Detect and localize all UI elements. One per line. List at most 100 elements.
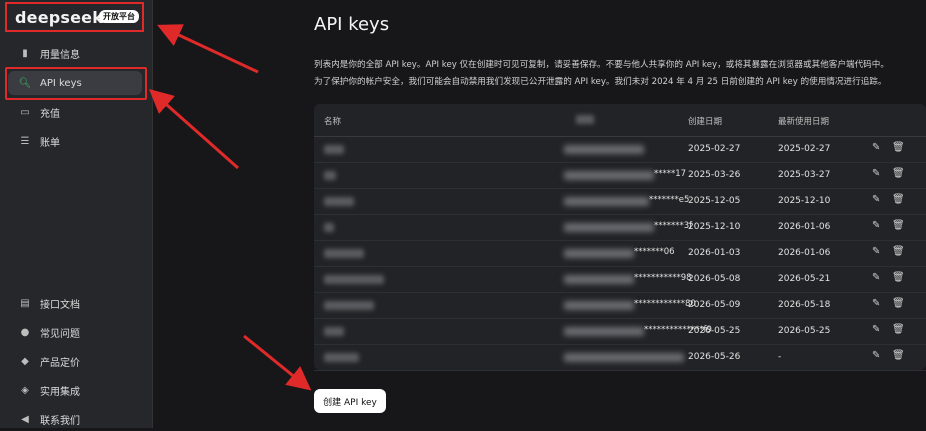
header-created: 创建日期 [688, 117, 723, 127]
key-name-redacted [324, 301, 374, 310]
sidebar-item-label: 联系我们 [40, 415, 80, 427]
trash-icon[interactable]: 🗑︎ [892, 142, 905, 153]
last-used-date: 2025-02-27 [778, 144, 831, 154]
trash-icon[interactable]: 🗑︎ [892, 298, 905, 309]
edit-icon[interactable]: ✎ [872, 298, 880, 309]
main-content: API keys 列表内是你的全部 API key。API key 仅在创建时可… [152, 0, 926, 428]
trash-icon[interactable]: 🗑︎ [892, 272, 905, 283]
sidebar-item-label: 充值 [40, 108, 60, 120]
trash-icon[interactable]: 🗑︎ [892, 194, 905, 205]
key-name-redacted [324, 327, 344, 336]
edit-icon[interactable]: ✎ [872, 350, 880, 361]
sidebar-item-label: 常见问题 [40, 328, 80, 340]
last-used-date: 2026-01-06 [778, 222, 831, 232]
sidebar-item-label: 接口文档 [40, 299, 80, 311]
table-row: *****17 2025-03-26 2025-03-27 ✎ 🗑︎ [314, 162, 926, 189]
sidebar-item-label: 账单 [40, 137, 60, 149]
trash-icon[interactable]: 🗑︎ [892, 246, 905, 257]
created-date: 2026-05-09 [688, 300, 741, 310]
created-date: 2025-02-27 [688, 144, 741, 154]
sidebar-item-pricing[interactable]: ◆ 产品定价 [8, 349, 142, 373]
key-value-redacted [564, 301, 634, 310]
tag-icon: ◆ [21, 355, 29, 367]
last-used-date: 2025-12-10 [778, 196, 831, 206]
key-value-redacted [564, 197, 649, 206]
last-used-date: 2025-03-27 [778, 170, 831, 180]
last-used-date: 2026-05-18 [778, 300, 831, 310]
table-row: ***********98 2026-05-08 2026-05-21 ✎ 🗑︎ [314, 266, 926, 293]
key-value-redacted [564, 327, 644, 336]
edit-icon[interactable]: ✎ [872, 246, 880, 257]
page-title: API keys [314, 14, 390, 35]
edit-icon[interactable]: ✎ [872, 194, 880, 205]
key-name-redacted [324, 145, 344, 154]
created-date: 2026-01-03 [688, 248, 741, 258]
header-name: 名称 [324, 117, 342, 127]
edit-icon[interactable]: ✎ [872, 324, 880, 335]
question-icon: ● [20, 326, 30, 338]
key-value-redacted [564, 145, 644, 154]
last-used-date: 2026-05-21 [778, 274, 831, 284]
created-date: 2026-05-08 [688, 274, 741, 284]
brand-logo[interactable]: deepseek 开放平台 [5, 2, 144, 32]
created-date: 2026-05-25 [688, 326, 741, 336]
key-suffix: *******06 [634, 247, 675, 257]
sidebar-item-docs[interactable]: ▤ 接口文档 [8, 291, 142, 315]
key-value-redacted [564, 249, 634, 258]
sidebar-item-label: 用量信息 [40, 49, 80, 61]
sidebar-item-label: 产品定价 [40, 357, 80, 369]
sidebar-item-integrations[interactable]: ◈ 实用集成 [8, 378, 142, 402]
create-api-key-button[interactable]: 创建 API key [314, 389, 386, 413]
key-name-redacted [324, 171, 336, 180]
trash-icon[interactable]: 🗑︎ [892, 350, 905, 361]
last-used-date: 2026-01-06 [778, 248, 831, 258]
edit-icon[interactable]: ✎ [872, 168, 880, 179]
created-date: 2025-12-05 [688, 196, 741, 206]
key-suffix: *******3f [654, 221, 693, 231]
logo-badge: 开放平台 [99, 10, 139, 23]
key-suffix: ************80 [634, 299, 696, 309]
table-row: *******06 2026-01-03 2026-01-06 ✎ 🗑︎ [314, 240, 926, 267]
trash-icon[interactable]: 🗑︎ [892, 168, 905, 179]
page-description: 列表内是你的全部 API key。API key 仅在创建时可见可复制，请妥善保… [314, 57, 914, 91]
sidebar-item-label: 实用集成 [40, 386, 80, 398]
key-suffix: ***********98 [634, 273, 692, 283]
edit-icon[interactable]: ✎ [872, 220, 880, 231]
sidebar: deepseek 开放平台 ▮ 用量信息 🔍︎ API keys ▭ 充值 ☰ … [0, 0, 153, 428]
table-header: 名称 创建日期 最新使用日期 [314, 104, 926, 137]
key-name-redacted [324, 353, 359, 362]
wallet-icon: ▭ [20, 106, 30, 118]
sidebar-item-contact[interactable]: ◀ 联系我们 [8, 407, 142, 431]
key-value-redacted [564, 275, 634, 284]
trash-icon[interactable]: 🗑︎ [892, 324, 905, 335]
table-row: ************80 2026-05-09 2026-05-18 ✎ 🗑︎ [314, 292, 926, 319]
sidebar-item-usage[interactable]: ▮ 用量信息 [8, 41, 142, 65]
layers-icon: ◈ [21, 384, 29, 396]
bar-chart-icon: ▮ [22, 47, 28, 59]
logo-text: deepseek [15, 8, 104, 27]
key-value-redacted [564, 353, 684, 362]
key-suffix: *******e5 [649, 195, 690, 205]
edit-icon[interactable]: ✎ [872, 272, 880, 283]
receipt-icon: ☰ [20, 135, 30, 147]
header-key-redacted [576, 115, 594, 124]
header-last-used: 最新使用日期 [778, 117, 830, 127]
sidebar-item-billing[interactable]: ☰ 账单 [8, 129, 142, 153]
last-used-date: - [778, 352, 782, 362]
table-row: *******e5 2025-12-05 2025-12-10 ✎ 🗑︎ [314, 188, 926, 215]
key-value-redacted [564, 223, 654, 232]
key-name-redacted [324, 249, 364, 258]
send-icon: ◀ [21, 413, 29, 425]
key-name-redacted [324, 223, 334, 232]
description-line-1: 列表内是你的全部 API key。API key 仅在创建时可见可复制，请妥善保… [314, 60, 889, 70]
key-value-redacted [564, 171, 654, 180]
sidebar-item-faq[interactable]: ● 常见问题 [8, 320, 142, 344]
created-date: 2026-05-26 [688, 352, 741, 362]
table-row: *******3f 2025-12-10 2026-01-06 ✎ 🗑︎ [314, 214, 926, 241]
edit-icon[interactable]: ✎ [872, 142, 880, 153]
table-row: 2025-02-27 2025-02-27 ✎ 🗑︎ [314, 136, 926, 163]
table-row: **************f9 2026-05-25 2026-05-25 ✎ 🗑︎ [314, 318, 926, 345]
sidebar-item-recharge[interactable]: ▭ 充值 [8, 100, 142, 124]
key-name-redacted [324, 275, 384, 284]
trash-icon[interactable]: 🗑︎ [892, 220, 905, 231]
